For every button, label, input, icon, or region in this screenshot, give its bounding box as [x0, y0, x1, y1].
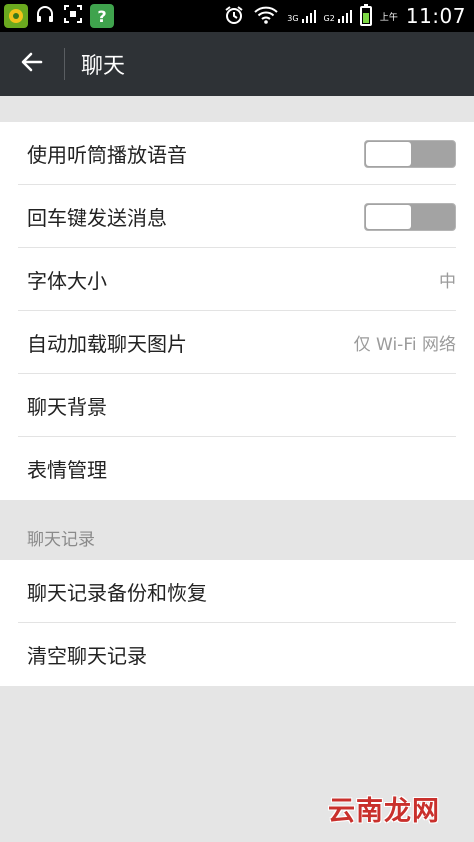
- enter-send-toggle[interactable]: [364, 202, 456, 231]
- setting-label: 表情管理: [27, 458, 107, 482]
- action-bar: 聊天: [0, 32, 474, 96]
- auto-load-value: 仅 Wi-Fi 网络: [353, 335, 456, 355]
- chat-history-section-header: 聊天记录: [0, 500, 474, 560]
- back-button[interactable]: [0, 32, 64, 96]
- network-3g-label: 3G: [287, 13, 299, 23]
- setting-auto-load-images[interactable]: 自动加载聊天图片 仅 Wi-Fi 网络: [0, 311, 474, 374]
- page-title: 聊天: [81, 54, 126, 79]
- setting-earpiece-playback[interactable]: 使用听筒播放语音: [0, 122, 474, 185]
- font-size-value: 中: [439, 272, 456, 292]
- signal-g2-icon: G2: [323, 9, 352, 23]
- screenshot-icon: [62, 3, 84, 29]
- help-app-icon: ?: [90, 4, 114, 28]
- setting-label: 聊天记录备份和恢复: [27, 581, 207, 605]
- setting-clear-history[interactable]: 清空聊天记录: [0, 623, 474, 686]
- notification-icons: ?: [0, 3, 114, 29]
- signal-3g-icon: 3G: [287, 9, 316, 23]
- status-bar: ? 3G G2 上午 11:07: [0, 0, 474, 32]
- setting-label: 回车键发送消息: [27, 206, 167, 230]
- setting-enter-to-send[interactable]: 回车键发送消息: [0, 185, 474, 248]
- wifi-icon: [253, 5, 279, 28]
- battery-icon: [359, 4, 372, 26]
- headphones-icon: [34, 3, 56, 29]
- chat-history-group: 聊天记录备份和恢复 清空聊天记录: [0, 560, 474, 686]
- watermark-logo: 云南龙网: [328, 796, 440, 827]
- top-spacer: [0, 96, 474, 122]
- chat-settings-group: 使用听筒播放语音 回车键发送消息 字体大小 中 自动加载聊天图片 仅 Wi-Fi…: [0, 122, 474, 500]
- setting-font-size[interactable]: 字体大小 中: [0, 248, 474, 311]
- section-title: 聊天记录: [27, 530, 95, 550]
- am-pm-label: 上午: [379, 12, 398, 23]
- setting-sticker-management[interactable]: 表情管理: [0, 437, 474, 500]
- app-notification-icon: [4, 4, 28, 28]
- arrow-left-icon: [19, 49, 45, 79]
- setting-label: 自动加载聊天图片: [27, 332, 187, 356]
- setting-chat-background[interactable]: 聊天背景: [0, 374, 474, 437]
- status-icons: 3G G2 上午 11:07: [223, 4, 474, 29]
- action-bar-divider: [64, 48, 65, 80]
- setting-label: 使用听筒播放语音: [27, 143, 187, 167]
- setting-backup-restore[interactable]: 聊天记录备份和恢复: [0, 560, 474, 623]
- alarm-icon: [223, 4, 245, 29]
- network-g2-label: G2: [323, 13, 335, 23]
- setting-label: 清空聊天记录: [27, 644, 147, 668]
- earpiece-toggle[interactable]: [364, 139, 456, 168]
- setting-label: 字体大小: [27, 269, 107, 293]
- setting-label: 聊天背景: [27, 395, 107, 419]
- clock: 11:07: [405, 4, 466, 28]
